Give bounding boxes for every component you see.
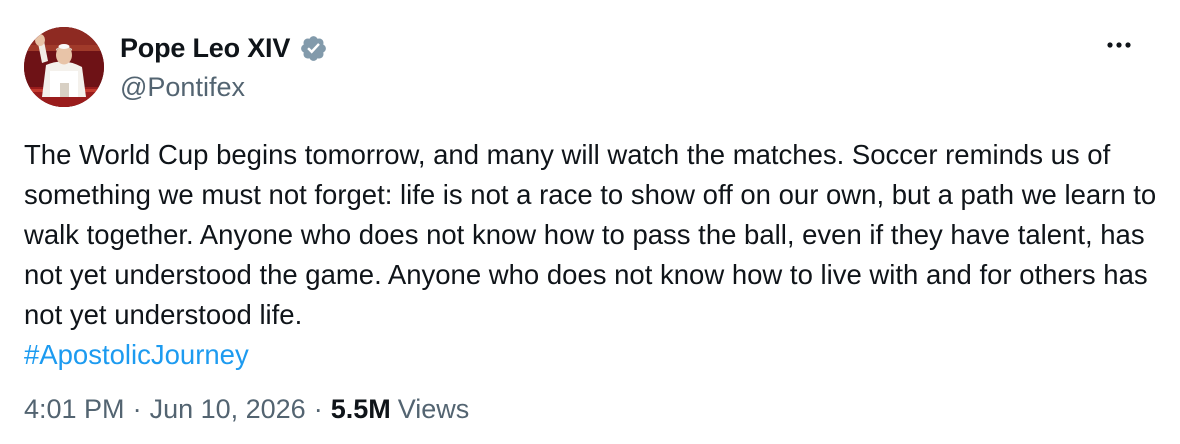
post-date[interactable]: Jun 10, 2026 xyxy=(150,394,306,425)
avatar-image xyxy=(24,27,104,107)
post-time[interactable]: 4:01 PM xyxy=(24,394,125,425)
meta-separator: · xyxy=(132,394,142,424)
author-display-name[interactable]: Pope Leo XIV xyxy=(120,33,290,64)
verified-badge-icon[interactable] xyxy=(299,34,328,63)
more-options-icon xyxy=(1107,42,1131,48)
post-text: The World Cup begins tomorrow, and many … xyxy=(24,135,1164,375)
author-name-row: Pope Leo XIV xyxy=(120,30,328,66)
author-handle[interactable]: @Pontifex xyxy=(120,72,245,103)
avatar[interactable] xyxy=(24,27,104,107)
views-count[interactable]: 5.5M xyxy=(331,394,391,425)
post-meta: 4:01 PM · Jun 10, 2026 · 5.5M Views xyxy=(24,394,469,425)
post-body: The World Cup begins tomorrow, and many … xyxy=(24,139,1157,330)
hashtag-link[interactable]: #ApostolicJourney xyxy=(24,339,249,370)
tweet-card: Pope Leo XIV @Pontifex The World Cup beg… xyxy=(0,0,1180,444)
meta-separator: · xyxy=(313,394,323,424)
more-options-button[interactable] xyxy=(1104,30,1134,60)
views-label[interactable]: Views xyxy=(398,394,470,425)
